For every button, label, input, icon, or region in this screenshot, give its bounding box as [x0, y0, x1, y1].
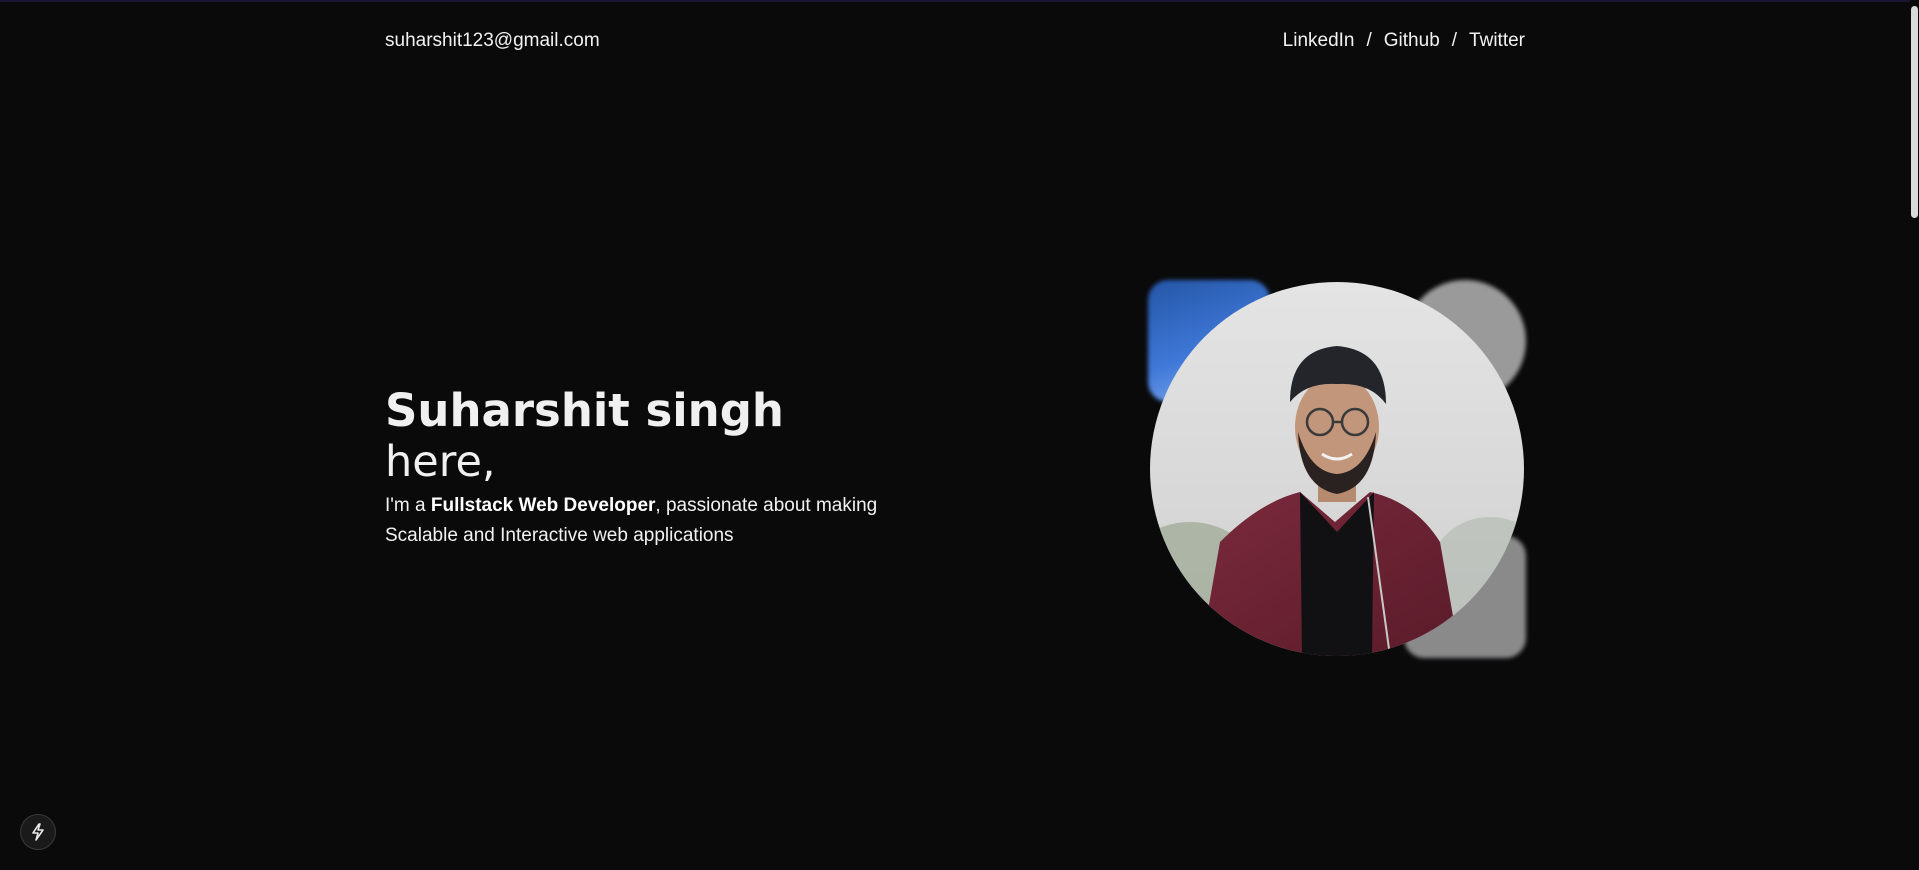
- social-nav: LinkedIn / Github / Twitter: [1283, 30, 1525, 52]
- intro-role: Fullstack Web Developer: [430, 495, 656, 516]
- hero-section: Suharshit singh here, I'm a Fullstack We…: [385, 385, 945, 551]
- nav-separator: /: [1366, 30, 1372, 51]
- hero-name: Suharshit singh: [385, 384, 784, 437]
- nav-separator: /: [1451, 30, 1458, 51]
- profile-photo: [1150, 282, 1524, 656]
- github-link[interactable]: Github: [1384, 30, 1440, 52]
- lightning-icon: [32, 823, 44, 841]
- scrollbar-thumb[interactable]: [1911, 6, 1918, 218]
- intro-prefix: I'm a: [385, 495, 431, 516]
- profile-photo-illustration: [1150, 282, 1524, 656]
- lightning-button[interactable]: [20, 814, 56, 850]
- contact-email[interactable]: suharshit123@gmail.com: [385, 30, 600, 52]
- linkedin-link[interactable]: LinkedIn: [1283, 30, 1355, 52]
- hero-intro: I'm a Fullstack Web Developer, passionat…: [385, 491, 945, 551]
- top-border: [0, 0, 1919, 2]
- profile-photo-group: [1148, 280, 1526, 658]
- hero-here: here,: [385, 437, 496, 487]
- page-scrollbar[interactable]: [1910, 0, 1919, 870]
- twitter-link[interactable]: Twitter: [1469, 30, 1525, 52]
